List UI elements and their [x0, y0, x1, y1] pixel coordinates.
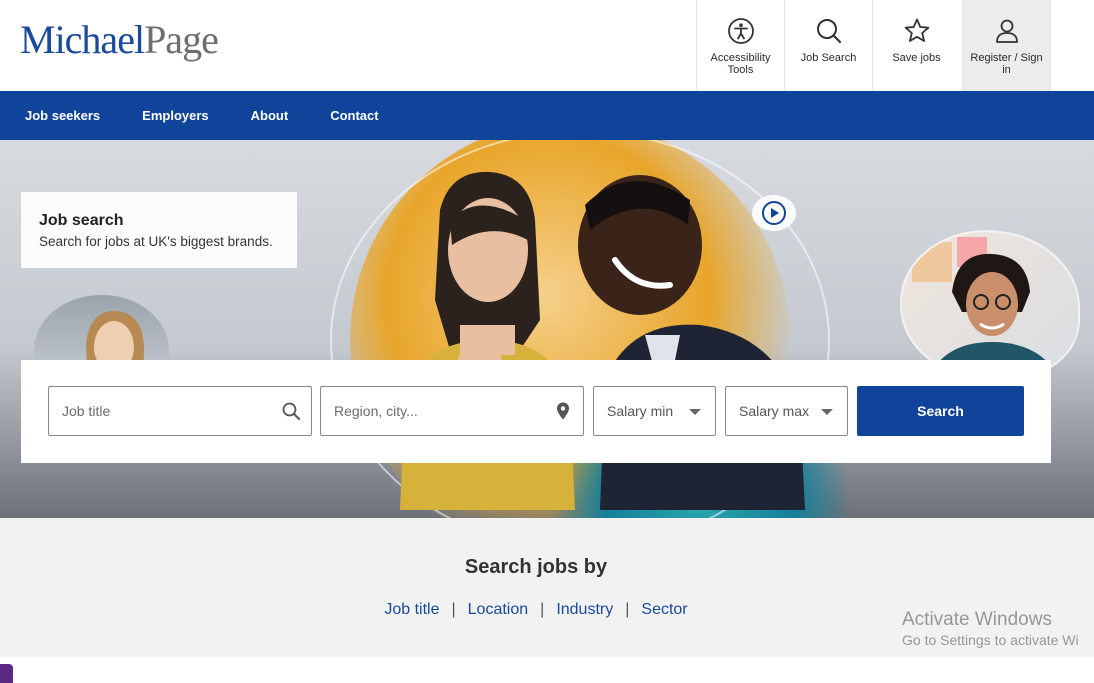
play-icon	[762, 201, 786, 225]
location-input[interactable]: Region, city...	[320, 386, 584, 436]
chevron-down-icon	[689, 409, 701, 415]
accessibility-tools-button[interactable]: Accessibility Tools	[696, 0, 784, 91]
user-icon	[992, 16, 1022, 46]
page-bottom-area	[0, 657, 1094, 683]
site-header: MichaelPage Accessibility Tools Job Sear…	[0, 0, 1094, 91]
accessibility-icon	[726, 16, 756, 46]
job-search-label: Job Search	[800, 52, 857, 64]
nav-item-employers[interactable]: Employers	[142, 108, 208, 123]
hero-photo-small-right	[900, 230, 1080, 380]
location-placeholder: Region, city...	[334, 403, 418, 419]
watermark-line-2: Go to Settings to activate Wi	[902, 632, 1079, 648]
main-nav: Job seekers Employers About Contact	[0, 91, 1094, 140]
save-jobs-label: Save jobs	[892, 52, 941, 64]
register-sign-in-label: Register / Sign in	[970, 52, 1043, 76]
hero-intro-card: Job search Search for jobs at UK's bigge…	[21, 192, 297, 268]
salary-min-select[interactable]: Salary min	[593, 386, 716, 436]
link-separator: |	[625, 601, 630, 618]
logo-part-2: Page	[144, 17, 219, 62]
link-separator: |	[540, 601, 545, 618]
nav-item-job-seekers[interactable]: Job seekers	[25, 108, 100, 123]
salary-max-label: Salary max	[739, 403, 810, 419]
link-separator: |	[451, 601, 456, 618]
accessibility-tools-label: Accessibility Tools	[710, 52, 771, 76]
salary-min-label: Salary min	[607, 403, 674, 419]
windows-activation-watermark: Activate Windows Go to Settings to activ…	[902, 609, 1079, 649]
search-icon	[282, 402, 300, 420]
salary-max-select[interactable]: Salary max	[725, 386, 848, 436]
michael-page-logo[interactable]: MichaelPage	[20, 17, 219, 62]
location-pin-icon	[557, 402, 569, 420]
video-play-button[interactable]	[752, 195, 796, 231]
search-icon	[814, 16, 844, 46]
chat-widget-tab[interactable]	[0, 664, 13, 683]
search-jobs-by-heading: Search jobs by	[464, 556, 608, 578]
save-jobs-button[interactable]: Save jobs	[872, 0, 960, 91]
nav-item-contact[interactable]: Contact	[330, 108, 378, 123]
hero-title: Job search	[39, 212, 124, 229]
watermark-line-1: Activate Windows	[902, 609, 1052, 630]
job-search-panel: Job title Region, city... Salary min Sal…	[21, 360, 1051, 463]
search-by-job-title-link[interactable]: Job title	[384, 601, 439, 618]
job-title-placeholder: Job title	[62, 403, 111, 419]
job-title-input[interactable]: Job title	[48, 386, 312, 436]
nav-item-about[interactable]: About	[251, 108, 289, 123]
search-by-location-link[interactable]: Location	[468, 601, 529, 618]
register-sign-in-button[interactable]: Register / Sign in	[962, 0, 1051, 91]
search-by-industry-link[interactable]: Industry	[556, 601, 613, 618]
logo-part-1: Michael	[20, 17, 145, 62]
search-by-sector-link[interactable]: Sector	[641, 601, 687, 618]
search-button[interactable]: Search	[857, 386, 1024, 436]
star-icon	[902, 16, 932, 46]
job-search-button[interactable]: Job Search	[784, 0, 872, 91]
hero-subtitle: Search for jobs at UK's biggest brands.	[39, 234, 273, 249]
chevron-down-icon	[821, 409, 833, 415]
